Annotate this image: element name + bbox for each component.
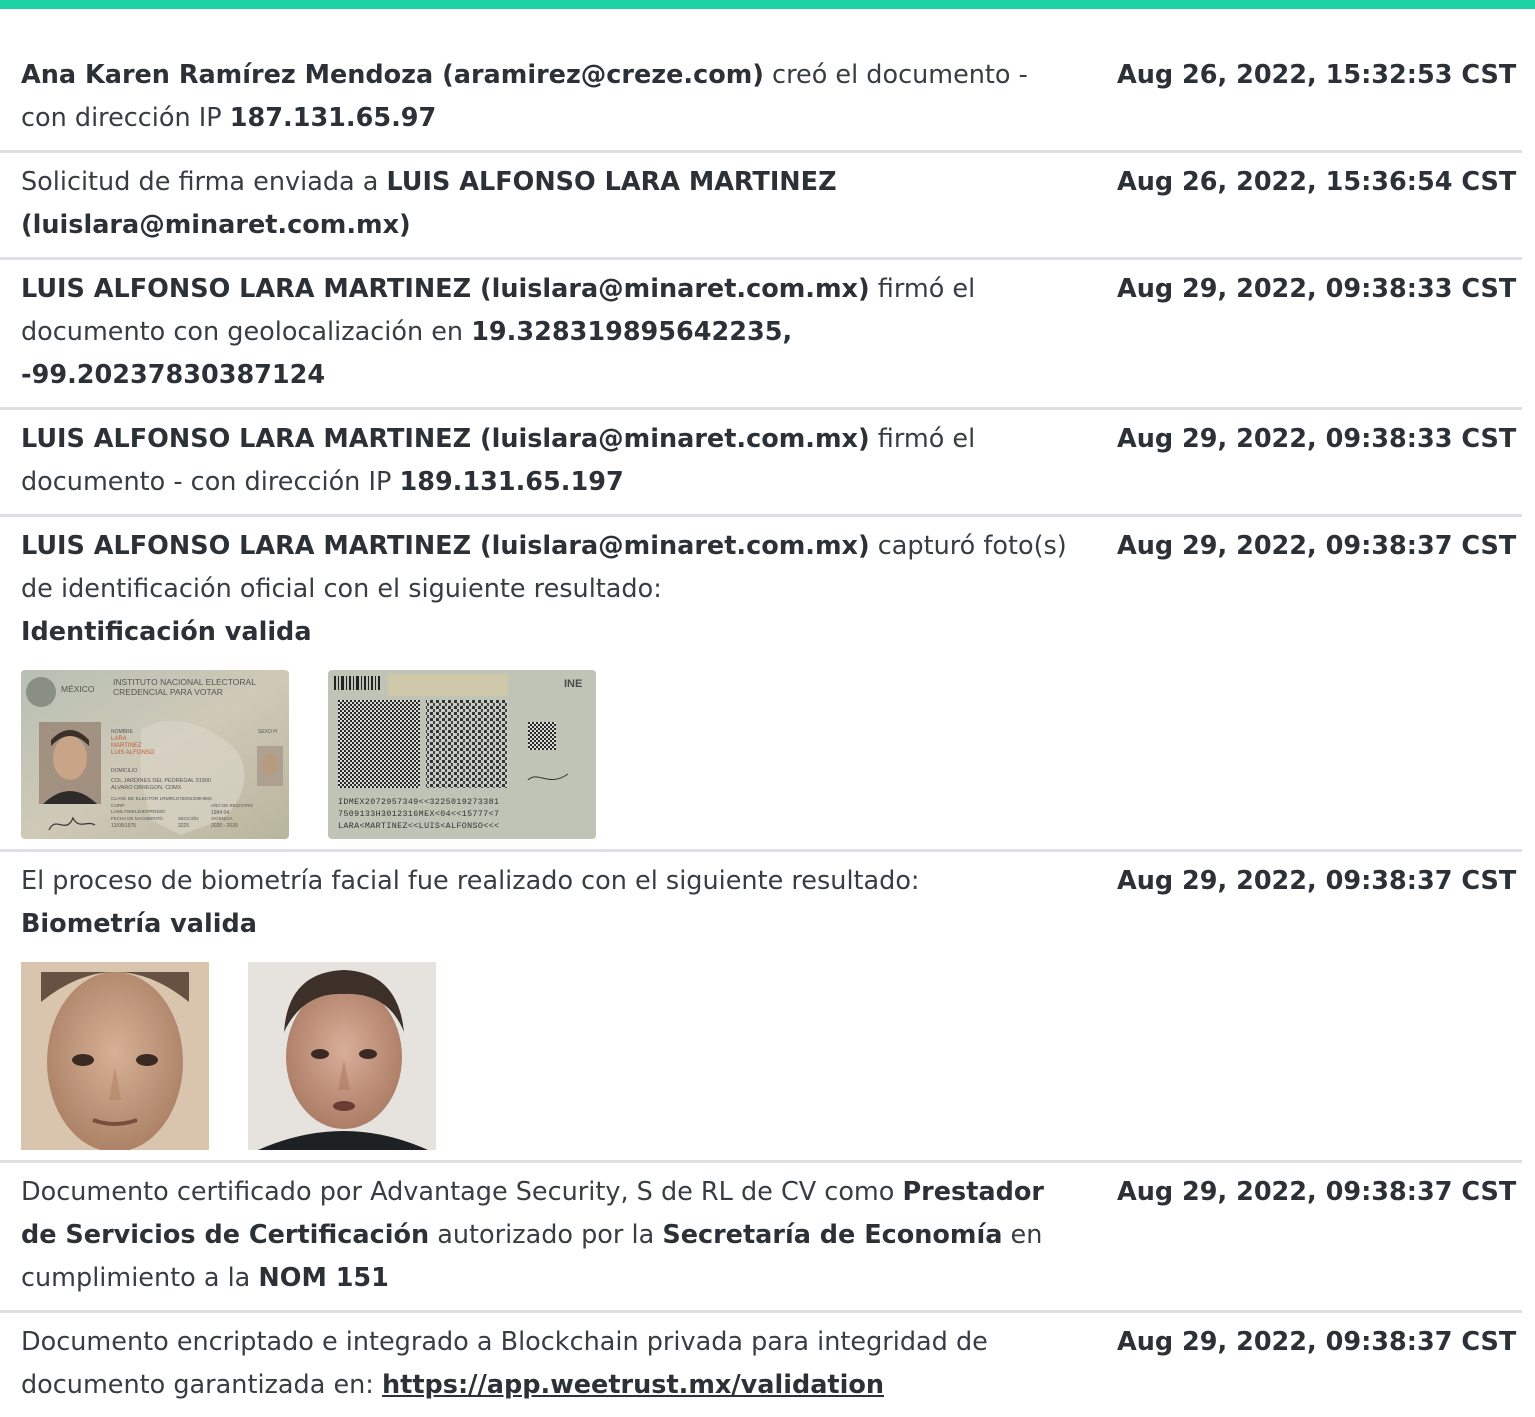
mrz-line: IDMEX2072957349<<3225019273381 <box>338 798 499 807</box>
id-validity-label: VIGENCIA <box>211 816 233 821</box>
event-text: autorizado por la <box>429 1220 663 1250</box>
event-timestamp: Aug 26, 2022, 15:32:53 CST <box>1117 60 1517 90</box>
id-address-line: ALVARO OBREGON, CDMX <box>111 785 182 791</box>
id-name-line: MARTINEZ <box>111 743 142 749</box>
selfie-image <box>248 962 436 1150</box>
event-description: Documento encriptado e integrado a Block… <box>21 1321 1081 1407</box>
event-description: Documento certificado por Advantage Secu… <box>21 1171 1081 1300</box>
event-timestamp: Aug 29, 2022, 09:38:37 CST <box>1117 1327 1517 1357</box>
event-highlight: LUIS ALFONSO LARA MARTINEZ (luislara@min… <box>21 531 870 561</box>
event-description: Solicitud de firma enviada a LUIS ALFONS… <box>21 161 1081 247</box>
id-elector-key: CLAVE DE ELECTOR LRMRLS75091309H800 <box>111 796 212 802</box>
event-description: Ana Karen Ramírez Mendoza (aramirez@crez… <box>21 54 1081 140</box>
id-card-back-image: INE IDMEX2072957349<<3225019273381 75091… <box>328 670 596 839</box>
id-sex: SEXO H <box>258 729 277 735</box>
id-address-label: DOMICILIO <box>111 768 137 774</box>
qr-code-small <box>528 722 556 750</box>
event-text: Solicitud de firma enviada a <box>21 167 387 197</box>
id-name-label: NOMBRE <box>111 729 134 735</box>
ine-logo: INE <box>564 678 582 690</box>
id-birth-label: FECHA DE NACIMIENTO <box>111 816 163 821</box>
event-timestamp: Aug 29, 2022, 09:38:37 CST <box>1117 531 1517 561</box>
id-face-crop-image <box>21 962 209 1150</box>
log-entry: El proceso de biometría facial fue reali… <box>0 852 1522 1163</box>
id-country: MÉXICO <box>61 684 95 694</box>
accent-bar <box>0 0 1535 9</box>
id-card-front-image: MÉXICO INSTITUTO NACIONAL ELECTORAL CRED… <box>21 670 289 839</box>
id-institute: INSTITUTO NACIONAL ELECTORAL <box>113 677 256 687</box>
event-highlight: LUIS ALFONSO LARA MARTINEZ (luislara@min… <box>21 424 870 454</box>
log-entry: LUIS ALFONSO LARA MARTINEZ (luislara@min… <box>0 260 1522 410</box>
id-section-label: SECCIÓN <box>178 815 199 821</box>
event-highlight: Identificación valida <box>21 617 312 647</box>
event-highlight: Secretaría de Economía <box>662 1220 1003 1250</box>
event-highlight: Ana Karen Ramírez Mendoza (aramirez@crez… <box>21 60 764 90</box>
event-description: LUIS ALFONSO LARA MARTINEZ (luislara@min… <box>21 525 1081 654</box>
id-curp: LAML750913HDFRRS00 <box>111 809 165 815</box>
event-description: LUIS ALFONSO LARA MARTINEZ (luislara@min… <box>21 268 1081 397</box>
id-photos: MÉXICO INSTITUTO NACIONAL ELECTORAL CRED… <box>21 670 1522 839</box>
qr-code-left <box>338 700 420 788</box>
log-entry: Ana Karen Ramírez Mendoza (aramirez@crez… <box>0 46 1522 153</box>
id-validity: 2020 - 2030 <box>211 823 238 829</box>
coat-of-arms-icon <box>26 677 56 707</box>
id-birth: 13/09/1975 <box>111 823 136 829</box>
mrz-line: LARA<MARTINEZ<<LUIS<ALFONSO<<< <box>338 822 499 831</box>
mrz-line: 7509133H3012316MEX<04<<15777<7 <box>338 810 499 819</box>
id-name-line: LARA <box>111 736 127 742</box>
log-entry: Solicitud de firma enviada a LUIS ALFONS… <box>0 153 1522 260</box>
biometric-photos <box>21 962 1522 1150</box>
event-highlight: 189.131.65.197 <box>399 467 624 497</box>
id-address-line: COL JARDINES DEL PEDREGAL 01900 <box>111 778 211 784</box>
event-highlight: LUIS ALFONSO LARA MARTINEZ (luislara@min… <box>21 274 870 304</box>
qr-code-center <box>426 700 508 788</box>
id-card-type: CREDENCIAL PARA VOTAR <box>113 687 223 697</box>
log-entry: LUIS ALFONSO LARA MARTINEZ (luislara@min… <box>0 410 1522 517</box>
audit-log: Ana Karen Ramírez Mendoza (aramirez@crez… <box>0 46 1522 1417</box>
log-entry: Documento certificado por Advantage Secu… <box>0 1163 1522 1313</box>
id-section: 3225 <box>178 823 189 829</box>
validation-link[interactable]: https://app.weetrust.mx/validation <box>382 1370 884 1400</box>
id-registry-label: AÑO DE REGISTRO <box>211 802 254 808</box>
event-highlight: Biometría valida <box>21 909 257 939</box>
event-timestamp: Aug 29, 2022, 09:38:37 CST <box>1117 1177 1517 1207</box>
log-entry: LUIS ALFONSO LARA MARTINEZ (luislara@min… <box>0 517 1522 852</box>
event-text: Documento certificado por Advantage Secu… <box>21 1177 903 1207</box>
id-name-line: LUIS ALFONSO <box>111 750 155 756</box>
event-timestamp: Aug 26, 2022, 15:36:54 CST <box>1117 167 1517 197</box>
log-entry: Documento encriptado e integrado a Block… <box>0 1313 1522 1417</box>
event-highlight: NOM 151 <box>258 1263 389 1293</box>
event-timestamp: Aug 29, 2022, 09:38:33 CST <box>1117 424 1517 454</box>
event-description: El proceso de biometría facial fue reali… <box>21 860 1081 946</box>
event-timestamp: Aug 29, 2022, 09:38:33 CST <box>1117 274 1517 304</box>
event-timestamp: Aug 29, 2022, 09:38:37 CST <box>1117 866 1517 896</box>
id-curp-label: CURP <box>111 803 125 809</box>
event-highlight: 187.131.65.97 <box>229 103 437 133</box>
event-description: LUIS ALFONSO LARA MARTINEZ (luislara@min… <box>21 418 1081 504</box>
event-text: El proceso de biometría facial fue reali… <box>21 866 920 896</box>
